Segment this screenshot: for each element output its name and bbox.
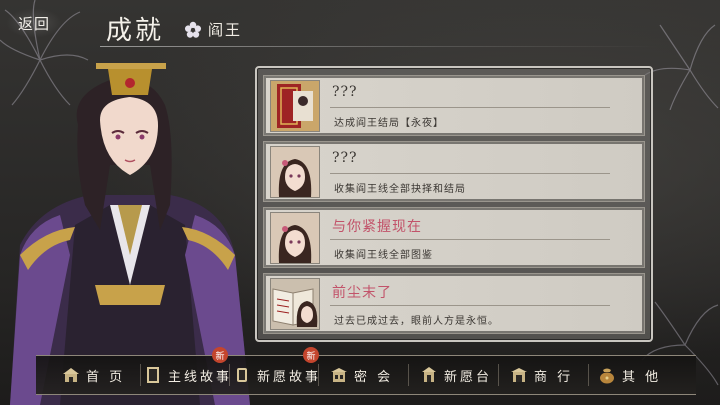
- divider: [330, 107, 610, 108]
- flower-icon: [184, 21, 202, 38]
- book-girl-icon: [270, 278, 320, 330]
- achievement-name: ???: [332, 150, 358, 166]
- nav-label: 首 页: [86, 369, 126, 385]
- bottom-nav: 首 页 主线故事 新 新愿故事 新 密 会 新愿台 商 行 其 他: [36, 347, 696, 395]
- achievement-card[interactable]: ??? 收集阎王线全部抉择和结局: [263, 141, 645, 202]
- girl-portrait-icon: [270, 212, 320, 264]
- nav-label: 新愿故事: [257, 369, 322, 385]
- new-badge: 新: [303, 347, 319, 363]
- nav-wish-story[interactable]: 新愿故事 新: [233, 347, 322, 394]
- divider: [408, 364, 409, 386]
- nav-label: 其 他: [622, 369, 662, 385]
- header-divider: [100, 46, 660, 47]
- back-button[interactable]: 返回: [6, 8, 62, 38]
- achievement-description: 收集阎王线全部抉择和结局: [334, 184, 466, 195]
- divider: [588, 364, 589, 386]
- book-icon: [270, 80, 320, 132]
- achievement-name: 与你紧握现在: [332, 219, 422, 235]
- achievement-description: 过去已成过去，眼前人方是永恒。: [334, 316, 499, 327]
- nav-label: 新愿台: [444, 369, 493, 385]
- divider: [498, 364, 499, 386]
- achievement-description: 达成阎王结局【永夜】: [334, 118, 444, 129]
- shrine-icon: [422, 367, 436, 382]
- pouch-icon: [600, 368, 614, 384]
- scroll-icon: [237, 368, 247, 382]
- nav-main-story[interactable]: 主线故事 新: [144, 347, 233, 394]
- nav-label: 主线故事: [168, 369, 233, 385]
- nav-secret-meeting[interactable]: 密 会: [330, 356, 393, 394]
- divider: [229, 364, 230, 386]
- girl-portrait-icon: [270, 146, 320, 198]
- book-icon: [147, 367, 159, 383]
- pavilion-icon: [331, 368, 347, 382]
- achievement-description: 收集阎王线全部图鉴: [334, 250, 433, 261]
- divider: [140, 364, 141, 386]
- achievement-panel: ??? 达成阎王结局【永夜】 ??? 收集阎王线全部抉择和结局 与你紧握现在 收…: [255, 66, 653, 342]
- character-name: 阎王: [208, 21, 243, 39]
- achievement-card[interactable]: 前尘末了 过去已成过去，眼前人方是永恒。: [263, 273, 645, 334]
- nav-shop[interactable]: 商 行: [510, 356, 573, 394]
- nav-label: 商 行: [534, 369, 574, 385]
- new-badge: 新: [212, 347, 228, 363]
- achievement-card[interactable]: ??? 达成阎王结局【永夜】: [263, 75, 645, 136]
- nav-other[interactable]: 其 他: [598, 356, 661, 394]
- achievement-name: ???: [332, 84, 358, 100]
- divider: [330, 173, 610, 174]
- nav-label: 密 会: [354, 369, 394, 385]
- nav-wish-platform[interactable]: 新愿台: [420, 356, 492, 394]
- shop-icon: [511, 368, 527, 382]
- divider: [330, 239, 610, 240]
- divider: [330, 305, 610, 306]
- achievement-list[interactable]: ??? 达成阎王结局【永夜】 ??? 收集阎王线全部抉择和结局 与你紧握现在 收…: [263, 75, 645, 339]
- divider: [318, 364, 319, 386]
- nav-home[interactable]: 首 页: [62, 356, 125, 394]
- achievement-card[interactable]: 与你紧握现在 收集阎王线全部图鉴: [263, 207, 645, 268]
- page-title: 成就: [106, 16, 165, 46]
- house-icon: [63, 368, 79, 382]
- achievement-name: 前尘末了: [332, 285, 392, 301]
